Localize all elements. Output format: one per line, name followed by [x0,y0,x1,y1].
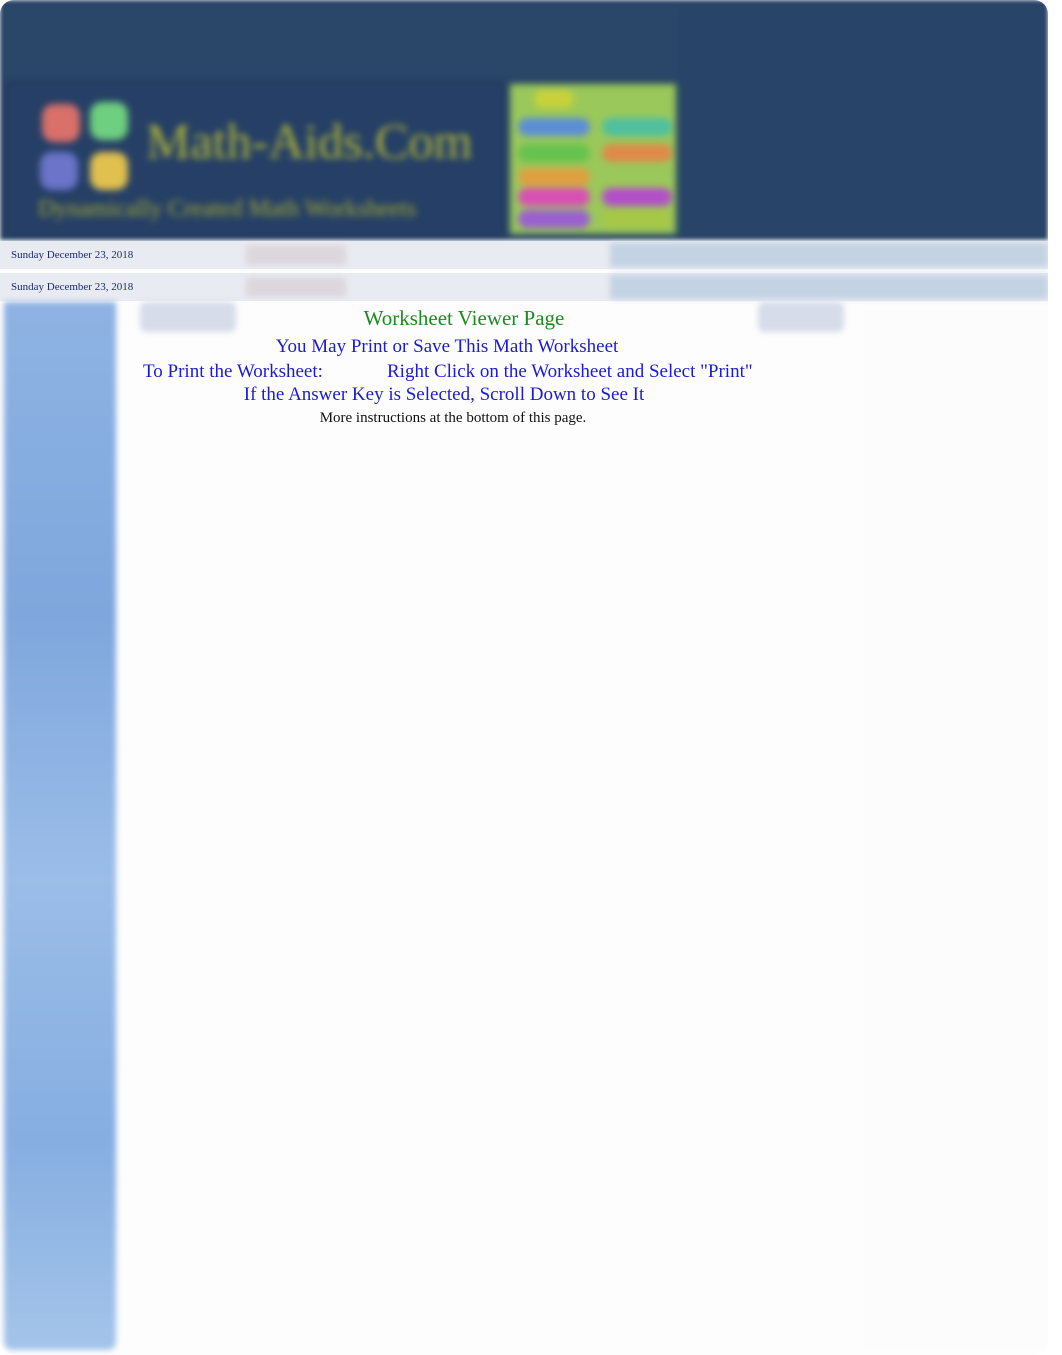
logo-tile-red [42,104,80,142]
date-text: Sunday December 23, 2018 [11,249,134,261]
menu-item[interactable] [518,210,590,228]
page-title: Worksheet Viewer Page [363,306,565,330]
brand-title: Math-Aids.Com [146,113,473,169]
logo-tile-blue [40,152,78,190]
category-menu [510,84,676,234]
page-frame: Math-Aids.Com Dynamically Created Math W… [0,0,1048,1355]
menu-item[interactable] [534,90,574,108]
menu-item[interactable] [518,188,590,206]
menu-item[interactable] [518,168,590,186]
print-save-note: You May Print or Save This Math Workshee… [275,336,619,357]
menu-item[interactable] [602,144,672,162]
logo-tile-green [90,102,128,140]
header-banner-area [6,6,676,76]
more-instructions-note: More instructions at the bottom of this … [319,410,587,426]
brand-tagline: Dynamically Created Math Worksheets [38,196,417,222]
site-header: Math-Aids.Com Dynamically Created Math W… [0,0,1048,240]
logo-panel[interactable]: Math-Aids.Com Dynamically Created Math W… [8,84,503,234]
print-instruction-action: Right Click on the Worksheet and Select … [387,361,753,382]
menu-item[interactable] [602,188,672,206]
logo-icon [36,100,132,192]
menu-item[interactable] [518,118,590,136]
answer-key-note: If the Answer Key is Selected, Scroll Do… [243,384,645,405]
nav-button[interactable] [246,245,346,265]
nav-links[interactable] [610,243,1048,267]
menu-item[interactable] [602,118,672,136]
date-text: Sunday December 23, 2018 [11,281,134,293]
logo-tile-yellow [90,152,128,190]
print-instruction-label: To Print the Worksheet: [143,361,323,382]
right-ad-area [864,310,1048,1350]
menu-item[interactable] [518,144,590,162]
date-bar: Sunday December 23, 2018 [0,241,1048,269]
date-bar: Sunday December 23, 2018 [0,273,1048,301]
nav-links[interactable] [610,275,1048,299]
nav-button[interactable] [246,277,346,297]
menu-item[interactable] [602,210,672,228]
sidebar-ad [4,302,116,1350]
